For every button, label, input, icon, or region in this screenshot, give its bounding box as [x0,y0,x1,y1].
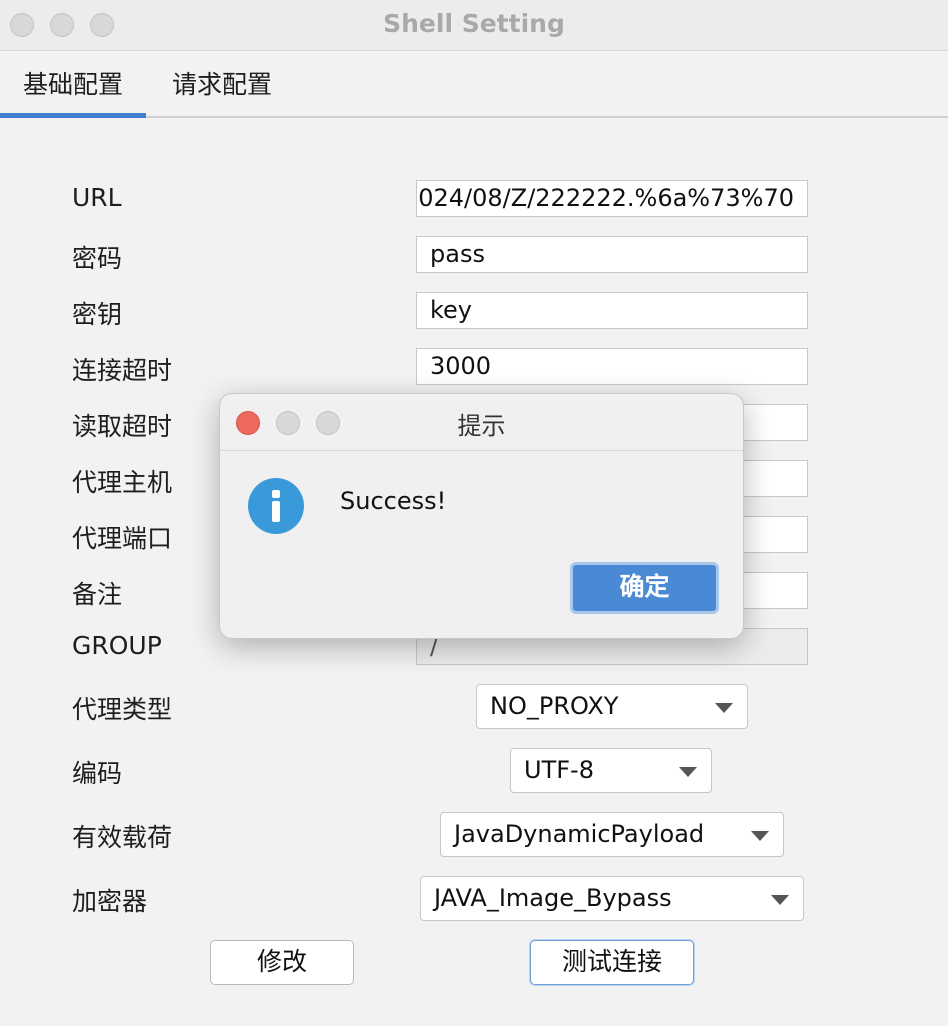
read-timeout-label: 读取超时 [72,412,173,441]
proxy-host-label: 代理主机 [72,468,173,497]
test-connection-button[interactable]: 测试连接 [530,940,694,985]
key-label: 密钥 [72,300,123,329]
cryption-label: 加密器 [72,887,148,916]
tab-basic-config[interactable]: 基础配置 [0,51,146,118]
cryption-select[interactable]: JAVA_Image_Bypass [420,876,804,921]
info-dialog: 提示 Success! 确定 [219,393,744,639]
url-value: /2024/08/Z/222222.%6a%73%70 [416,184,794,212]
remark-label: 备注 [72,580,123,609]
proxy-port-label: 代理端口 [72,524,173,553]
payload-value: JavaDynamicPayload [454,820,705,848]
payload-select[interactable]: JavaDynamicPayload [440,812,784,857]
info-icon [248,478,304,534]
dialog-titlebar: 提示 [220,394,743,451]
window-titlebar: Shell Setting [0,0,948,51]
dialog-title: 提示 [457,412,506,440]
chevron-down-icon [771,895,789,905]
chevron-down-icon [679,767,697,777]
encoding-value: UTF-8 [524,756,594,784]
dialog-message: Success! [340,487,447,515]
cryption-value: JAVA_Image_Bypass [434,884,672,912]
encoding-label: 编码 [72,759,123,788]
connect-timeout-field[interactable]: 3000 [416,348,808,385]
chevron-down-icon [715,703,733,713]
proxy-type-label: 代理类型 [72,695,173,724]
proxy-type-value: NO_PROXY [490,692,619,720]
ok-button[interactable]: 确定 [570,562,719,614]
key-field[interactable]: key [416,292,808,329]
group-label: GROUP [72,631,162,660]
tab-bar: 基础配置 请求配置 [0,51,948,118]
password-field[interactable]: pass [416,236,808,273]
modify-button[interactable]: 修改 [210,940,354,985]
encoding-select[interactable]: UTF-8 [510,748,712,793]
chevron-down-icon [751,831,769,841]
connect-timeout-label: 连接超时 [72,356,173,385]
url-label: URL [72,183,122,212]
payload-label: 有效载荷 [72,823,173,852]
window-title: Shell Setting [383,9,565,38]
tab-request-config[interactable]: 请求配置 [146,51,298,118]
url-field[interactable]: /2024/08/Z/222222.%6a%73%70 [416,180,808,217]
proxy-type-select[interactable]: NO_PROXY [476,684,748,729]
password-label: 密码 [72,244,123,273]
